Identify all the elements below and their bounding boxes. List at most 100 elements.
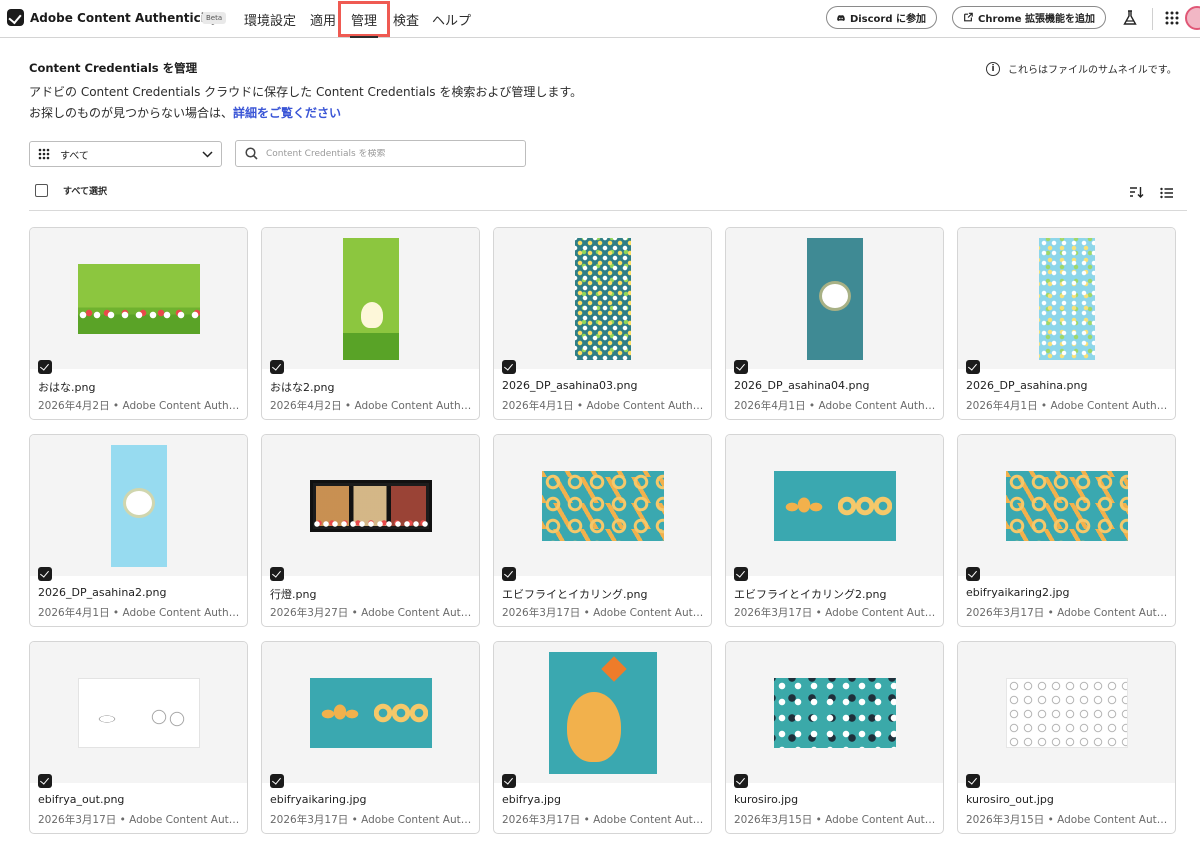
credential-card[interactable]: エビフライとイカリング.png 2026年3月17日 • Adobe Conten… bbox=[493, 434, 712, 627]
credential-card[interactable]: おはな2.png 2026年4月2日 • Adobe Content Authen… bbox=[261, 227, 480, 420]
toolbar-divider bbox=[29, 210, 1187, 211]
file-name: 2026_DP_asahina2.png bbox=[38, 586, 167, 599]
file-name: エビフライとイカリング2.png bbox=[734, 588, 887, 601]
file-meta: 2026年4月1日 • Adobe Content Authenticity bbox=[966, 400, 1169, 412]
discord-join-label: Discord に参加 bbox=[849, 14, 926, 25]
credential-card[interactable]: kurosiro_out.jpg 2026年3月15日 • Adobe Conte… bbox=[957, 641, 1176, 834]
credential-card[interactable]: ebifryaikaring2.jpg 2026年3月17日 • Adobe Co… bbox=[957, 434, 1176, 627]
file-thumbnail bbox=[773, 470, 896, 541]
select-all-checkbox[interactable] bbox=[35, 184, 48, 197]
file-name: ebifrya.jpg bbox=[502, 793, 561, 806]
content-credentials-icon bbox=[966, 774, 980, 788]
search-input[interactable] bbox=[266, 148, 506, 159]
content-credentials-icon bbox=[502, 774, 516, 788]
file-meta: 2026年3月17日 • Adobe Content Authenticity bbox=[270, 814, 473, 826]
thumbnail-area bbox=[726, 642, 943, 783]
file-thumbnail bbox=[806, 237, 863, 360]
file-meta: 2026年3月27日 • Adobe Content Authenticity bbox=[270, 607, 473, 619]
file-meta: 2026年4月2日 • Adobe Content Authenticity bbox=[38, 400, 241, 412]
app-switcher-grid-icon[interactable] bbox=[1162, 8, 1182, 28]
thumbnail-area bbox=[494, 642, 711, 783]
credential-card[interactable]: kurosiro.jpg 2026年3月15日 • Adobe Content A… bbox=[725, 641, 944, 834]
discord-join-button[interactable]: Discord に参加 bbox=[826, 6, 937, 29]
file-meta: 2026年4月1日 • Adobe Content Authenticity bbox=[38, 607, 241, 619]
content-credentials-icon bbox=[38, 774, 52, 788]
labs-flask-icon[interactable] bbox=[1120, 8, 1140, 28]
nav-item-inspect[interactable]: 検査 bbox=[393, 10, 419, 29]
thumbnail-area bbox=[30, 642, 247, 783]
thumbnail-area bbox=[726, 228, 943, 369]
external-link-icon bbox=[964, 12, 973, 22]
file-thumbnail bbox=[77, 263, 200, 334]
file-thumbnail bbox=[574, 237, 631, 360]
file-meta: 2026年3月17日 • Adobe Content Authenticity bbox=[502, 607, 705, 619]
credential-card[interactable]: ebifrya_out.png 2026年3月17日 • Adobe Conten… bbox=[29, 641, 248, 834]
content-credentials-icon bbox=[502, 567, 516, 581]
content-credentials-icon bbox=[734, 774, 748, 788]
file-thumbnail bbox=[548, 651, 657, 774]
thumbnail-info-text: これらはファイルのサムネイルです。 bbox=[1008, 65, 1177, 76]
search-box[interactable] bbox=[235, 140, 526, 167]
credential-card[interactable]: エビフライとイカリング2.png 2026年3月17日 • Adobe Conte… bbox=[725, 434, 944, 627]
top-navigation-bar: Adobe Content Authenticity Beta 環境設定 適用 … bbox=[0, 0, 1200, 38]
file-meta: 2026年3月17日 • Adobe Content Authenticity bbox=[966, 607, 1169, 619]
thumbnail-area bbox=[262, 435, 479, 576]
credential-card[interactable]: 2026_DP_asahina04.png 2026年4月1日 • Adobe C… bbox=[725, 227, 944, 420]
file-meta: 2026年4月1日 • Adobe Content Authenticity bbox=[502, 400, 705, 412]
thumbnail-area bbox=[958, 228, 1175, 369]
sort-icon[interactable] bbox=[1129, 184, 1144, 203]
file-thumbnail bbox=[309, 479, 432, 532]
content-credentials-icon bbox=[270, 774, 284, 788]
thumbnail-area bbox=[262, 228, 479, 369]
content-credentials-icon bbox=[966, 360, 980, 374]
file-meta: 2026年4月2日 • Adobe Content Authenticity bbox=[270, 400, 473, 412]
credential-card[interactable]: ebifrya.jpg 2026年3月17日 • Adobe Content Au… bbox=[493, 641, 712, 834]
file-name: 2026_DP_asahina04.png bbox=[734, 379, 870, 392]
thumbnail-area bbox=[30, 435, 247, 576]
content-credentials-icon bbox=[270, 360, 284, 374]
app-title[interactable]: Adobe Content Authenticity bbox=[30, 11, 218, 25]
select-all-label: すべて選択 bbox=[63, 187, 108, 197]
file-meta: 2026年3月17日 • Adobe Content Authenticity bbox=[502, 814, 705, 826]
list-view-icon[interactable] bbox=[1160, 184, 1174, 203]
search-icon bbox=[245, 147, 258, 160]
file-name: 2026_DP_asahina.png bbox=[966, 379, 1088, 392]
nav-item-help[interactable]: ヘルプ bbox=[432, 10, 471, 29]
credential-card[interactable]: おはな.png 2026年4月2日 • Adobe Content Authent… bbox=[29, 227, 248, 420]
discord-icon bbox=[837, 14, 845, 21]
credential-card[interactable]: 2026_DP_asahina.png 2026年4月1日 • Adobe Con… bbox=[957, 227, 1176, 420]
thumbnail-area bbox=[958, 435, 1175, 576]
file-name: 2026_DP_asahina03.png bbox=[502, 379, 638, 392]
add-chrome-extension-button[interactable]: Chrome 拡張機能を追加 bbox=[952, 6, 1106, 29]
credential-card[interactable]: 2026_DP_asahina2.png 2026年4月1日 • Adobe Co… bbox=[29, 434, 248, 627]
filter-dropdown[interactable]: すべて bbox=[29, 141, 222, 167]
credential-card[interactable]: ebifryaikaring.jpg 2026年3月17日 • Adobe Con… bbox=[261, 641, 480, 834]
content-credentials-icon bbox=[734, 360, 748, 374]
learn-more-link[interactable]: 詳細をご覧ください bbox=[233, 106, 341, 120]
select-all-control[interactable]: すべて選択 bbox=[35, 184, 107, 197]
user-avatar[interactable] bbox=[1185, 6, 1200, 30]
thumbnail-area bbox=[30, 228, 247, 369]
content-authenticity-logo-icon[interactable] bbox=[7, 9, 24, 26]
file-name: kurosiro_out.jpg bbox=[966, 793, 1054, 806]
file-name: ebifryaikaring2.jpg bbox=[966, 586, 1070, 599]
add-chrome-extension-label: Chrome 拡張機能を追加 bbox=[978, 14, 1095, 25]
credentials-grid: おはな.png 2026年4月2日 • Adobe Content Authent… bbox=[29, 227, 1176, 834]
credential-card[interactable]: 行燈.png 2026年3月27日 • Adobe Content Authent… bbox=[261, 434, 480, 627]
nav-item-preferences[interactable]: 環境設定 bbox=[244, 10, 296, 29]
file-meta: 2026年3月17日 • Adobe Content Authenticity bbox=[734, 607, 937, 619]
nav-item-manage[interactable]: 管理 bbox=[351, 10, 377, 29]
content-credentials-icon bbox=[38, 360, 52, 374]
chevron-down-icon bbox=[202, 150, 213, 158]
nav-item-apply[interactable]: 適用 bbox=[310, 10, 336, 29]
content-credentials-icon bbox=[270, 567, 284, 581]
file-meta: 2026年3月15日 • Adobe Content Authenticity bbox=[966, 814, 1169, 826]
help-line: お探しのものが見つからない場合は、詳細をご覧ください bbox=[29, 104, 341, 121]
page-description: アドビの Content Credentials クラウドに保存した Conte… bbox=[29, 85, 583, 99]
header-divider bbox=[1152, 8, 1153, 30]
content-credentials-icon bbox=[502, 360, 516, 374]
thumbnail-area bbox=[494, 435, 711, 576]
credential-card[interactable]: 2026_DP_asahina03.png 2026年4月1日 • Adobe C… bbox=[493, 227, 712, 420]
content-credentials-icon bbox=[734, 567, 748, 581]
help-line-prefix: お探しのものが見つからない場合は、 bbox=[29, 106, 234, 120]
